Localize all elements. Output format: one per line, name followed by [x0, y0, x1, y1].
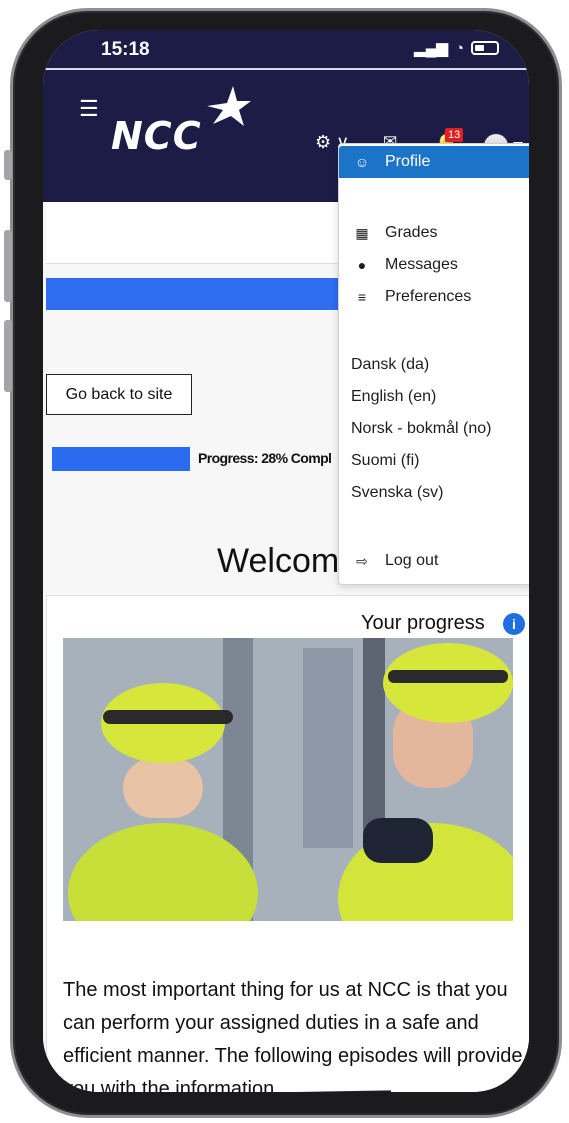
notification-count-badge: 13 [445, 128, 464, 142]
menu-item-logout[interactable]: ⇨ Log out [339, 545, 529, 577]
language-option-sv[interactable]: Svenska (sv) [339, 477, 529, 509]
logo-star-icon [207, 86, 251, 126]
language-option-no[interactable]: Norsk - bokmål (no) [339, 413, 529, 445]
intro-paragraph: The most important thing for us at NCC i… [63, 979, 523, 1092]
phone-mute-switch [4, 150, 12, 180]
chat-bubble-icon: ● [357, 257, 367, 273]
info-icon[interactable]: i [503, 613, 525, 635]
menu-item-profile[interactable]: ☺ Profile [339, 146, 529, 178]
phone-screen: 15:18 ▂▄▆ ◔ ☰ NCC ⚙ ∨ ✉ 🔔 13 Go back to … [43, 30, 529, 1092]
menu-item-label: Profile [385, 153, 431, 170]
wifi-icon: ◔ [454, 39, 464, 57]
your-progress-label: Your progress [361, 612, 485, 634]
ncc-logo[interactable]: NCC [111, 114, 202, 158]
language-option-en[interactable]: English (en) [339, 381, 529, 413]
go-back-button[interactable]: Go back to site [46, 374, 192, 415]
menu-item-label: Grades [385, 224, 438, 241]
progress-bar-fill [52, 447, 190, 471]
user-dropdown-menu: ☺ Profile ▦ Grades ● Messages ≡ Preferen… [338, 143, 529, 585]
phone-volume-down [4, 320, 12, 392]
menu-item-label: Preferences [385, 288, 472, 305]
phone-volume-up [4, 230, 12, 302]
signal-icon: ▂▄▆ [414, 40, 448, 57]
menu-item-messages[interactable]: ● Messages [339, 249, 529, 281]
user-icon: ☺ [354, 154, 370, 170]
logout-icon: ⇨ [356, 552, 368, 569]
menu-item-label: Log out [385, 552, 439, 569]
progress-label: Progress: 28% Compl [198, 450, 332, 466]
sliders-icon: ≡ [357, 289, 367, 305]
table-icon: ▦ [355, 224, 369, 241]
battery-icon [471, 41, 499, 55]
language-option-fi[interactable]: Suomi (fi) [339, 445, 529, 477]
workers-photo [63, 638, 513, 921]
status-icons: ▂▄▆ ◔ [414, 39, 499, 57]
language-option-da[interactable]: Dansk (da) [339, 349, 529, 381]
menu-item-preferences[interactable]: ≡ Preferences [339, 281, 529, 313]
menu-item-grades[interactable]: ▦ Grades [339, 217, 529, 249]
menu-icon[interactable]: ☰ [79, 96, 99, 122]
status-time: 15:18 [101, 39, 150, 60]
welcome-heading: Welcom [217, 542, 340, 580]
status-bar: 15:18 ▂▄▆ ◔ [43, 30, 529, 68]
menu-item-label: Messages [385, 256, 458, 273]
